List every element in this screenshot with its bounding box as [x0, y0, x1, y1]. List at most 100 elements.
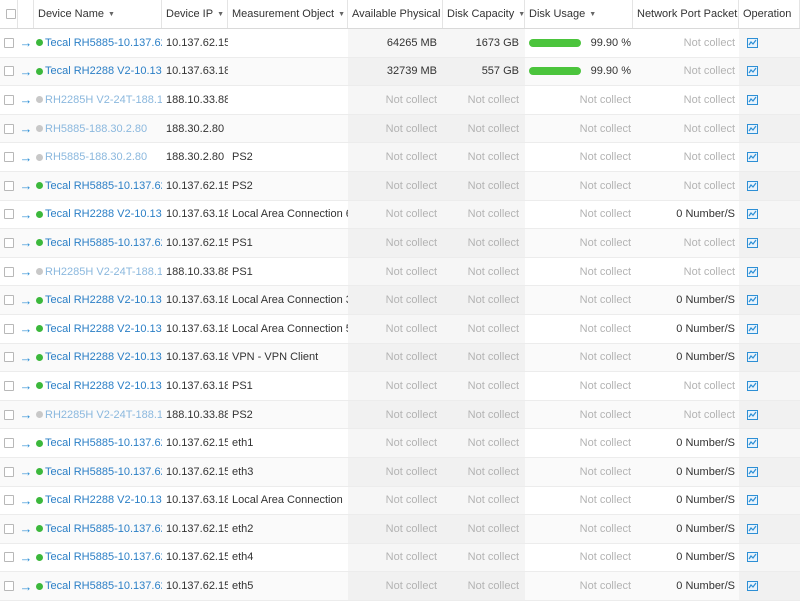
arrow-right-icon[interactable]: →	[20, 379, 33, 392]
chart-icon[interactable]	[747, 209, 758, 220]
sort-caret-icon[interactable]: ▼	[518, 11, 524, 18]
device-name-link[interactable]: Tecal RH2288 V2-10.137.63.188	[45, 351, 162, 363]
arrow-right-icon[interactable]: →	[20, 236, 33, 249]
device-name-link[interactable]: Tecal RH2288 V2-10.137.63.188	[45, 323, 162, 335]
sort-caret-icon[interactable]: ▼	[108, 11, 115, 18]
column-header-network-port[interactable]: Network Port Packet Recei...	[633, 0, 739, 28]
arrow-right-icon[interactable]: →	[20, 265, 33, 278]
table-row[interactable]: → Tecal RH2288 V2-10.137.63.188 10.137.63.…	[0, 486, 800, 516]
table-row[interactable]: → Tecal RH5885-10.137.62.152 10.137.62.152…	[0, 429, 800, 458]
arrow-right-icon[interactable]: →	[20, 93, 33, 106]
device-name-link[interactable]: Tecal RH2288 V2-10.137.63.188	[45, 494, 162, 506]
chart-icon[interactable]	[747, 495, 758, 506]
select-all-checkbox[interactable]	[5, 9, 16, 19]
table-row[interactable]: → Tecal RH5885-10.137.62.152 10.137.62.152…	[0, 515, 800, 544]
row-checkbox[interactable]	[4, 180, 14, 191]
column-header-device-name[interactable]: Device Name ▼	[34, 0, 162, 28]
row-checkbox[interactable]	[4, 295, 14, 306]
device-name-link[interactable]: Tecal RH5885-10.137.62.152	[45, 437, 162, 449]
table-row[interactable]: → RH2285H V2-24T-188.10.33.88 188.10.33.88…	[0, 400, 800, 430]
device-name-link[interactable]: Tecal RH5885-10.137.62.152	[45, 551, 162, 563]
device-name-link[interactable]: Tecal RH2288 V2-10.137.63.188	[45, 208, 162, 220]
arrow-right-icon[interactable]: →	[20, 179, 33, 192]
table-row[interactable]: → RH2285H V2-24T-188.10.33.88 188.10.33.88…	[0, 257, 800, 287]
arrow-right-icon[interactable]: →	[20, 36, 33, 49]
arrow-right-icon[interactable]: →	[20, 294, 33, 307]
row-checkbox[interactable]	[4, 209, 14, 220]
chart-icon[interactable]	[747, 323, 758, 334]
row-checkbox[interactable]	[4, 438, 14, 449]
device-name-link[interactable]: Tecal RH2288 V2-10.137.63.188	[45, 294, 162, 306]
row-checkbox[interactable]	[4, 523, 14, 534]
row-checkbox[interactable]	[4, 152, 14, 163]
arrow-right-icon[interactable]: →	[20, 494, 33, 507]
device-name-link[interactable]: Tecal RH2288 V2-10.137.63.188	[45, 65, 162, 77]
arrow-right-icon[interactable]: →	[20, 65, 33, 78]
chart-icon[interactable]	[747, 152, 758, 163]
table-row[interactable]: → Tecal RH2288 V2-10.137.63.188 10.137.63.…	[0, 286, 800, 315]
row-checkbox[interactable]	[4, 123, 14, 134]
chart-icon[interactable]	[747, 295, 758, 306]
row-checkbox[interactable]	[4, 380, 14, 391]
column-header-disk-capacity[interactable]: Disk Capacity ▼	[443, 0, 525, 28]
arrow-right-icon[interactable]: →	[20, 522, 33, 535]
row-checkbox[interactable]	[4, 37, 14, 48]
row-checkbox[interactable]	[4, 409, 14, 420]
row-checkbox[interactable]	[4, 552, 14, 563]
row-checkbox[interactable]	[4, 581, 14, 592]
row-checkbox[interactable]	[4, 352, 14, 363]
device-name-link[interactable]: RH2285H V2-24T-188.10.33.88	[45, 94, 162, 106]
column-header-disk-usage[interactable]: Disk Usage ▼	[525, 0, 633, 28]
table-row[interactable]: → Tecal RH2288 V2-10.137.63.188 10.137.63.…	[0, 314, 800, 344]
device-name-link[interactable]: RH5885-188.30.2.80	[45, 151, 147, 163]
arrow-right-icon[interactable]: →	[20, 465, 33, 478]
device-name-link[interactable]: RH5885-188.30.2.80	[45, 123, 147, 135]
chart-icon[interactable]	[747, 552, 758, 563]
device-name-link[interactable]: Tecal RH5885-10.137.62.152	[45, 466, 162, 478]
chart-icon[interactable]	[747, 466, 758, 477]
chart-icon[interactable]	[747, 94, 758, 105]
device-name-link[interactable]: RH2285H V2-24T-188.10.33.88	[45, 266, 162, 278]
arrow-right-icon[interactable]: →	[20, 208, 33, 221]
sort-caret-icon[interactable]: ▼	[338, 11, 345, 18]
device-name-link[interactable]: Tecal RH5885-10.137.62.152	[45, 523, 162, 535]
column-header-measurement-object[interactable]: Measurement Object ▼	[228, 0, 348, 28]
table-row[interactable]: → Tecal RH2288 V2-10.137.63.188 10.137.63.…	[0, 200, 800, 230]
chart-icon[interactable]	[747, 180, 758, 191]
device-name-link[interactable]: Tecal RH5885-10.137.62.152	[45, 37, 162, 49]
row-checkbox[interactable]	[4, 495, 14, 506]
chart-icon[interactable]	[747, 380, 758, 391]
arrow-right-icon[interactable]: →	[20, 551, 33, 564]
row-checkbox[interactable]	[4, 66, 14, 77]
table-row[interactable]: → RH5885-188.30.2.80 188.30.2.80 Not collec…	[0, 114, 800, 144]
arrow-right-icon[interactable]: →	[20, 351, 33, 364]
chart-icon[interactable]	[747, 581, 758, 592]
table-row[interactable]: → Tecal RH5885-10.137.62.152 10.137.62.152…	[0, 29, 800, 58]
arrow-right-icon[interactable]: →	[20, 151, 33, 164]
column-header-available-memory[interactable]: Available Physical Me... ▼	[348, 0, 443, 28]
device-name-link[interactable]: RH2285H V2-24T-188.10.33.88	[45, 409, 162, 421]
device-name-link[interactable]: Tecal RH5885-10.137.62.152	[45, 237, 162, 249]
table-row[interactable]: → Tecal RH5885-10.137.62.152 10.137.62.152…	[0, 171, 800, 201]
arrow-right-icon[interactable]: →	[20, 322, 33, 335]
device-name-link[interactable]: Tecal RH5885-10.137.62.152	[45, 580, 162, 592]
table-row[interactable]: → Tecal RH2288 V2-10.137.63.188 10.137.63.…	[0, 372, 800, 401]
table-row[interactable]: → RH2285H V2-24T-188.10.33.88 188.10.33.88…	[0, 86, 800, 115]
chart-icon[interactable]	[747, 237, 758, 248]
chart-icon[interactable]	[747, 266, 758, 277]
row-checkbox[interactable]	[4, 323, 14, 334]
row-checkbox[interactable]	[4, 466, 14, 477]
table-row[interactable]: → Tecal RH5885-10.137.62.152 10.137.62.152…	[0, 543, 800, 573]
row-checkbox[interactable]	[4, 266, 14, 277]
arrow-right-icon[interactable]: →	[20, 408, 33, 421]
row-checkbox[interactable]	[4, 237, 14, 248]
table-row[interactable]: → Tecal RH5885-10.137.62.152 10.137.62.152…	[0, 229, 800, 258]
sort-caret-icon[interactable]: ▼	[589, 11, 596, 18]
chart-icon[interactable]	[747, 523, 758, 534]
chart-icon[interactable]	[747, 438, 758, 449]
device-name-link[interactable]: Tecal RH5885-10.137.62.152	[45, 180, 162, 192]
arrow-right-icon[interactable]: →	[20, 122, 33, 135]
row-checkbox[interactable]	[4, 94, 14, 105]
column-header-device-ip[interactable]: Device IP ▼	[162, 0, 228, 28]
arrow-right-icon[interactable]: →	[20, 580, 33, 593]
